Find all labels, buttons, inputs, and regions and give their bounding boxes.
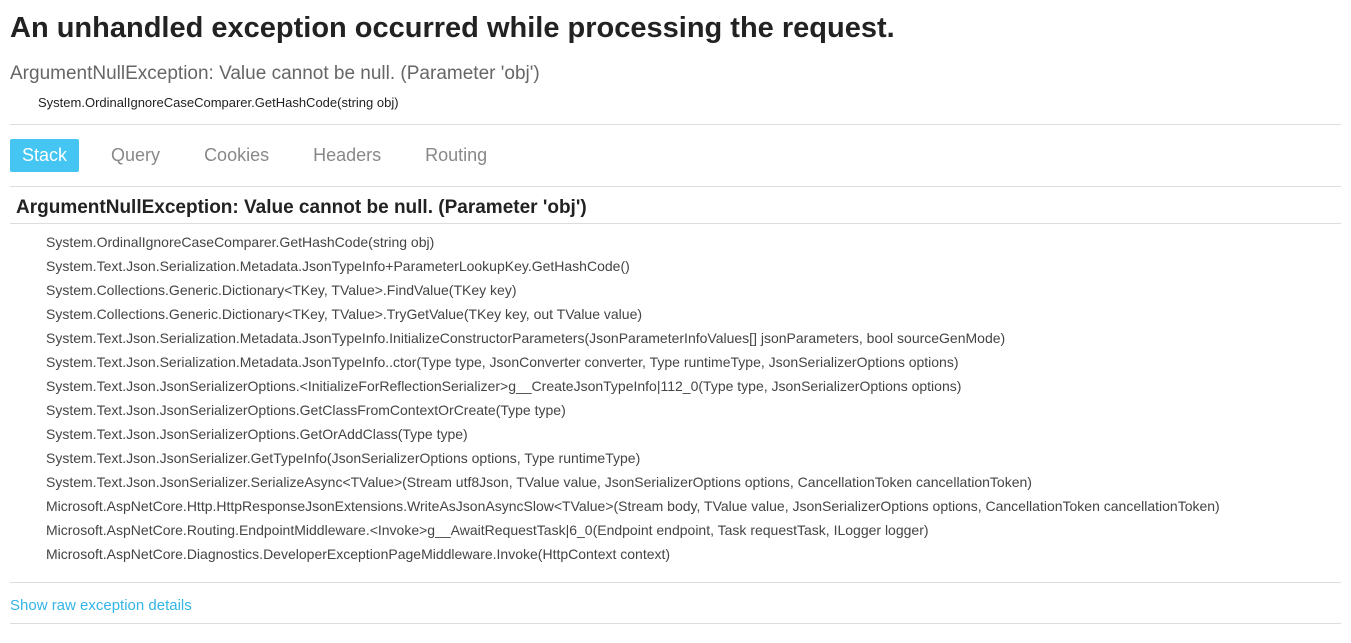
stack-frame[interactable]: Microsoft.AspNetCore.Http.HttpResponseJs… xyxy=(46,494,1341,518)
stack-frame[interactable]: System.Text.Json.Serialization.Metadata.… xyxy=(46,350,1341,374)
stack-frame[interactable]: Microsoft.AspNetCore.Routing.EndpointMid… xyxy=(46,518,1341,542)
stack-frame[interactable]: System.Text.Json.JsonSerializer.Serializ… xyxy=(46,470,1341,494)
tab-headers[interactable]: Headers xyxy=(301,139,393,172)
tab-routing[interactable]: Routing xyxy=(413,139,499,172)
divider xyxy=(10,124,1341,125)
stack-frame[interactable]: System.Text.Json.JsonSerializer.GetTypeI… xyxy=(46,446,1341,470)
stack-frame[interactable]: System.Collections.Generic.Dictionary<TK… xyxy=(46,302,1341,326)
stack-frame[interactable]: System.OrdinalIgnoreCaseComparer.GetHash… xyxy=(46,230,1341,254)
stack-frame[interactable]: System.Collections.Generic.Dictionary<TK… xyxy=(46,278,1341,302)
stack-frame[interactable]: Microsoft.AspNetCore.Diagnostics.Develop… xyxy=(46,542,1341,566)
divider xyxy=(10,582,1341,583)
show-raw-exception-link[interactable]: Show raw exception details xyxy=(10,597,192,614)
tab-query[interactable]: Query xyxy=(99,139,172,172)
tab-stack[interactable]: Stack xyxy=(10,139,79,172)
stack-frame[interactable]: System.Text.Json.JsonSerializerOptions.G… xyxy=(46,422,1341,446)
tab-bar: Stack Query Cookies Headers Routing xyxy=(10,139,1341,172)
stack-frame[interactable]: System.Text.Json.JsonSerializerOptions.G… xyxy=(46,398,1341,422)
exception-source: System.OrdinalIgnoreCaseComparer.GetHash… xyxy=(38,95,1341,110)
stack-frames: System.OrdinalIgnoreCaseComparer.GetHash… xyxy=(10,230,1341,566)
stack-frame[interactable]: System.Text.Json.Serialization.Metadata.… xyxy=(46,326,1341,350)
divider xyxy=(10,223,1341,224)
stack-title: ArgumentNullException: Value cannot be n… xyxy=(10,197,1341,219)
stack-frame[interactable]: System.Text.Json.JsonSerializerOptions.<… xyxy=(46,374,1341,398)
divider xyxy=(10,623,1341,624)
tab-cookies[interactable]: Cookies xyxy=(192,139,281,172)
divider xyxy=(10,186,1341,187)
exception-summary: ArgumentNullException: Value cannot be n… xyxy=(10,63,1341,85)
stack-frame[interactable]: System.Text.Json.Serialization.Metadata.… xyxy=(46,254,1341,278)
page-title: An unhandled exception occurred while pr… xyxy=(10,12,1341,45)
